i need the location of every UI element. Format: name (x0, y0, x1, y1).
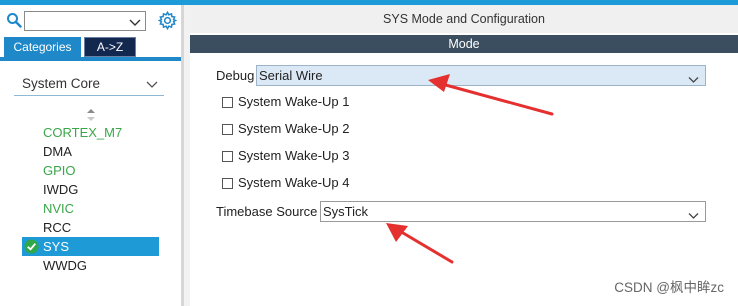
list-item-iwdg[interactable]: IWDG (22, 180, 162, 199)
chevron-down-icon[interactable] (146, 78, 158, 88)
main-panel: SYS Mode and Configuration Mode Debug Se… (190, 5, 738, 306)
left-panel: Categories A->Z System Core CORTEX_M7 DM… (0, 5, 181, 306)
chevron-down-icon[interactable] (688, 72, 699, 83)
category-system-core[interactable]: System Core (14, 72, 164, 96)
list-item-wwdg[interactable]: WWDG (22, 256, 162, 275)
chevron-down-icon[interactable] (688, 208, 699, 219)
list-item-cortex-m7[interactable]: CORTEX_M7 (22, 123, 162, 142)
list-item-nvic[interactable]: NVIC (22, 199, 162, 218)
section-header-mode: Mode (190, 35, 738, 53)
gear-icon[interactable] (157, 10, 178, 31)
timebase-select-value: SysTick (323, 204, 369, 219)
wakeup-2-label: System Wake-Up 2 (238, 121, 350, 136)
peripheral-list: CORTEX_M7 DMA GPIO IWDG NVIC RCC SYS WWD… (22, 123, 162, 275)
wakeup-2-checkbox[interactable] (222, 124, 233, 135)
search-input[interactable] (27, 13, 127, 29)
list-item-sys[interactable]: SYS (22, 237, 159, 256)
annotation-arrow-debug (428, 74, 554, 116)
wakeup-1-checkbox[interactable] (222, 97, 233, 108)
check-circle-icon (24, 239, 39, 254)
wakeup-1-label: System Wake-Up 1 (238, 94, 350, 109)
tabs-underline (0, 57, 181, 61)
debug-label: Debug (216, 68, 255, 83)
watermark: CSDN @枫中眸zc (614, 280, 724, 295)
list-item-label: SYS (43, 239, 70, 254)
list-item-rcc[interactable]: RCC (22, 218, 162, 237)
list-item-gpio[interactable]: GPIO (22, 161, 162, 180)
annotation-arrow-timebase (386, 223, 454, 264)
sort-icon[interactable] (86, 108, 96, 122)
chevron-down-icon[interactable] (129, 16, 141, 26)
timebase-select[interactable]: SysTick (320, 201, 706, 222)
wakeup-4-label: System Wake-Up 4 (238, 175, 350, 190)
search-combobox[interactable] (24, 11, 146, 31)
debug-select-value: Serial Wire (259, 68, 323, 83)
wakeup-3-checkbox[interactable] (222, 151, 233, 162)
wakeup-4-checkbox[interactable] (222, 178, 233, 189)
page-title: SYS Mode and Configuration (190, 5, 738, 33)
timebase-label: Timebase Source (216, 204, 318, 219)
category-label: System Core (22, 76, 101, 91)
search-row (0, 9, 181, 33)
wakeup-3-label: System Wake-Up 3 (238, 148, 350, 163)
list-item-dma[interactable]: DMA (22, 142, 162, 161)
tab-categories[interactable]: Categories (4, 37, 81, 57)
search-icon[interactable] (6, 12, 22, 28)
tab-a-to-z[interactable]: A->Z (84, 37, 136, 57)
